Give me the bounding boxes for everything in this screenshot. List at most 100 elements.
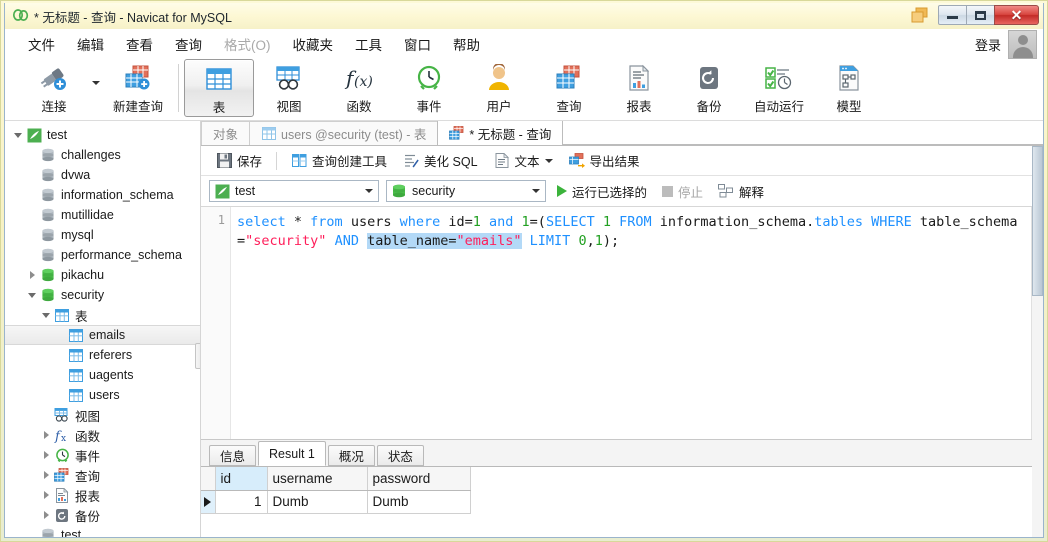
toolbar-button-connection[interactable]: 连接 — [19, 59, 89, 117]
connection-select[interactable]: test — [209, 180, 379, 202]
tree-node-[interactable]: 事件 — [5, 445, 200, 465]
menu-item-file[interactable]: 文件 — [17, 30, 66, 58]
minimize-button[interactable] — [938, 5, 967, 25]
menu-item-help[interactable]: 帮助 — [442, 30, 491, 58]
toolbar-button-user[interactable]: 用户 — [464, 59, 534, 117]
toolbar-button-backup[interactable]: 备份 — [674, 59, 744, 117]
column-header-password[interactable]: password — [367, 467, 471, 491]
column-header-username[interactable]: username — [267, 467, 368, 491]
toolbar-button-query[interactable]: 查询 — [534, 59, 604, 117]
sql-code-text[interactable]: select * from users where id=1 and 1=(SE… — [231, 207, 1043, 439]
tree-node-challenges[interactable]: challenges — [5, 145, 200, 165]
tree-node-performance_schema[interactable]: performance_schema — [5, 245, 200, 265]
toolbar-button-table[interactable]: 表 — [184, 59, 254, 117]
event-clock-icon — [412, 62, 446, 94]
tree-node-uagents[interactable]: uagents — [5, 365, 200, 385]
run-selected-button[interactable]: 运行已选择的 — [553, 180, 651, 203]
user-avatar-icon[interactable] — [1008, 29, 1037, 59]
export-result-button[interactable]: 导出结果 — [562, 148, 647, 173]
toolbar-button-model[interactable]: 模型 — [814, 59, 884, 117]
result-tab-status[interactable]: 状态 — [376, 445, 424, 466]
toolbar-button-new-query[interactable]: 新建查询 — [103, 59, 173, 117]
tree-node-mutillidae[interactable]: mutillidae — [5, 205, 200, 225]
tree-node-test[interactable]: test — [5, 125, 200, 145]
chevron-down-icon[interactable] — [544, 158, 553, 163]
save-button[interactable]: 保存 — [209, 148, 269, 173]
tree-node-dvwa[interactable]: dvwa — [5, 165, 200, 185]
tree-node-[interactable]: 备份 — [5, 505, 200, 525]
tree-node-[interactable]: 表 — [5, 305, 200, 325]
toolbar-button-automation[interactable]: 自动运行 — [744, 59, 814, 117]
menu-item-window[interactable]: 窗口 — [393, 30, 442, 58]
database-select[interactable]: security — [386, 180, 546, 202]
menu-item-view[interactable]: 查看 — [115, 30, 164, 58]
navicat-logo-icon — [11, 7, 29, 25]
connection-dropdown-arrow[interactable] — [89, 59, 103, 117]
query-builder-button[interactable]: 查询创建工具 — [284, 148, 394, 173]
sql-token: users — [342, 214, 400, 230]
restore-windows-icon[interactable] — [909, 6, 931, 26]
maximize-button[interactable] — [966, 5, 995, 25]
result-tab-info[interactable]: 信息 — [209, 445, 257, 466]
tab-objects-label: 对象 — [213, 128, 239, 142]
menu-item-favorites[interactable]: 收藏夹 — [282, 30, 345, 58]
chevron-down-icon[interactable] — [11, 125, 25, 145]
tree-node-users[interactable]: users — [5, 385, 200, 405]
chevron-right-icon[interactable] — [39, 485, 53, 505]
login-label[interactable]: 登录 — [975, 35, 1001, 54]
database-tree: test challenges dvwa information_schema muti… — [5, 125, 200, 537]
tab-untitled-query[interactable]: * 无标题 - 查询 — [437, 121, 564, 145]
toolbar-separator — [178, 64, 179, 112]
menu-item-query[interactable]: 查询 — [164, 30, 213, 58]
tree-node-test[interactable]: test — [5, 525, 200, 537]
tree-node-[interactable]: 报表 — [5, 485, 200, 505]
chevron-right-icon[interactable] — [39, 445, 53, 465]
column-header-id[interactable]: id — [215, 467, 268, 491]
tree-node-mysql[interactable]: mysql — [5, 225, 200, 245]
chevron-down-icon[interactable] — [361, 189, 376, 193]
text-button[interactable]: 文本 — [487, 148, 560, 173]
tree-node-emails[interactable]: emails — [5, 325, 200, 345]
tree-node-security[interactable]: security — [5, 285, 200, 305]
toolbar-button-report[interactable]: 报表 — [604, 59, 674, 117]
result-tab-profile[interactable]: 概况 — [327, 445, 375, 466]
result-tab-result-1[interactable]: Result 1 — [258, 441, 326, 466]
sql-token: information_schema. — [651, 214, 815, 230]
beautify-sql-button[interactable]: 美化 SQL — [396, 148, 485, 173]
tree-node-pikachu[interactable]: pikachu — [5, 265, 200, 285]
toolbar-button-view[interactable]: 视图 — [254, 59, 324, 117]
tree-node-[interactable]: 查询 — [5, 465, 200, 485]
cell-password[interactable]: Dumb — [367, 490, 471, 514]
chevron-right-icon[interactable] — [39, 465, 53, 485]
main-scrollbar-thumb[interactable] — [1032, 146, 1043, 296]
tab-users-table[interactable]: users @security (test) - 表 — [249, 121, 439, 145]
chevron-right-icon[interactable] — [25, 265, 39, 285]
close-button[interactable]: ✕ — [994, 5, 1039, 25]
chevron-down-icon[interactable] — [39, 305, 53, 325]
chevron-right-icon[interactable] — [39, 425, 53, 445]
chevron-down-icon[interactable] — [528, 189, 543, 193]
sql-editor[interactable]: 1 select * from users where id=1 and 1=(… — [201, 206, 1043, 439]
cell-id[interactable]: 1 — [215, 490, 268, 514]
tab-objects[interactable]: 对象 — [201, 121, 251, 145]
database-value: security — [412, 184, 456, 198]
result-grid[interactable]: id username password 1 Dumb Dumb — [201, 466, 1043, 537]
tree-node-referers[interactable]: referers — [5, 345, 200, 365]
menu-item-tools[interactable]: 工具 — [344, 30, 393, 58]
cell-username[interactable]: Dumb — [267, 490, 368, 514]
object-tree-sidebar[interactable]: test challenges dvwa information_schema muti… — [5, 121, 201, 537]
table-row[interactable]: 1 Dumb Dumb — [201, 490, 471, 514]
toolbar-button-function[interactable]: f (x) 函数 — [324, 59, 394, 117]
tree-node-information_schema[interactable]: information_schema — [5, 185, 200, 205]
main-vertical-scrollbar[interactable] — [1032, 146, 1043, 537]
table-header-row: id username password — [201, 467, 471, 491]
toolbar-button-event[interactable]: 事件 — [394, 59, 464, 117]
tree-node-[interactable]: 视图 — [5, 405, 200, 425]
menu-item-edit[interactable]: 编辑 — [66, 30, 115, 58]
chevron-right-icon[interactable] — [39, 505, 53, 525]
explain-button[interactable]: 解释 — [714, 180, 768, 203]
chevron-down-icon[interactable] — [25, 285, 39, 305]
tree-node-[interactable]: f x 函数 — [5, 425, 200, 445]
